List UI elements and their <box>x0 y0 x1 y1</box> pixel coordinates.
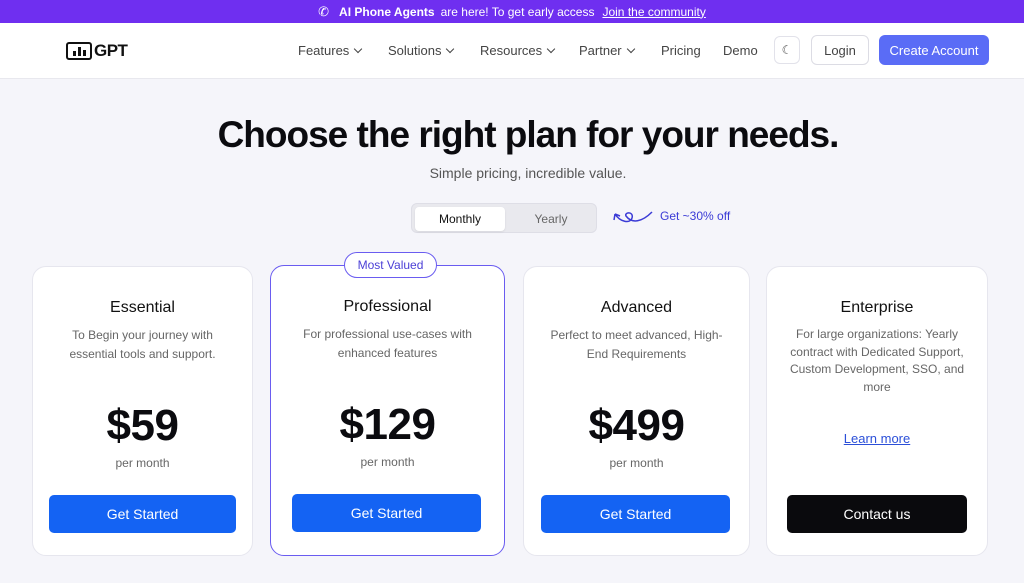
nav-item-features[interactable]: Features <box>298 43 363 58</box>
plan-description: Perfect to meet advanced, High-End Requi… <box>550 328 723 361</box>
plan-description: For professional use-cases with enhanced… <box>303 327 472 360</box>
nav-item-pricing[interactable]: Pricing <box>661 43 701 58</box>
plan-price: $499 <box>588 401 685 450</box>
plan-period: per month <box>115 456 170 470</box>
plan-card-enterprise: Enterprise For large organizations: Year… <box>766 266 988 556</box>
banner-text: are here! To get early access <box>440 4 595 19</box>
create-account-button[interactable]: Create Account <box>879 35 989 65</box>
plan-period: per month <box>360 455 415 469</box>
nav-item-partner[interactable]: Partner <box>579 43 635 58</box>
most-valued-badge: Most Valued <box>344 252 437 278</box>
toggle-yearly[interactable]: Yearly <box>506 207 596 231</box>
plan-name: Enterprise <box>840 299 914 316</box>
plan-card-professional: Professional For professional use-cases … <box>270 265 505 556</box>
page-title: Choose the right plan for your needs. <box>217 114 840 155</box>
announcement-banner: ✆ AI Phone Agents are here! To get early… <box>0 0 1024 23</box>
login-button[interactable]: Login <box>811 35 869 65</box>
discount-text: Get ~30% off <box>660 209 731 223</box>
plan-description: For large organizations: Yearly contract… <box>789 327 965 394</box>
logo-text: GPT <box>94 41 128 60</box>
get-started-button[interactable]: Get Started <box>49 495 236 533</box>
chevron-down-icon <box>446 44 455 53</box>
plan-card-essential: Essential To Begin your journey with ess… <box>32 266 253 556</box>
banner-highlight: AI Phone Agents <box>339 4 435 19</box>
chevron-down-icon <box>626 44 635 53</box>
contact-us-button[interactable]: Contact us <box>787 495 967 533</box>
nav-item-demo[interactable]: Demo <box>723 43 758 58</box>
billing-toggle: Monthly Yearly <box>411 203 597 233</box>
plan-period: per month <box>609 456 664 470</box>
get-started-button[interactable]: Get Started <box>292 494 481 532</box>
plan-price: $59 <box>106 401 179 450</box>
plan-name: Essential <box>110 299 175 316</box>
plan-description: To Begin your journey with essential too… <box>69 328 216 361</box>
discount-callout: Get ~30% off <box>612 206 730 226</box>
get-started-button[interactable]: Get Started <box>541 495 730 533</box>
top-navigation: GPT Features Solutions Resources Partner… <box>0 23 1024 79</box>
logo-icon <box>66 42 92 60</box>
toggle-monthly[interactable]: Monthly <box>415 207 505 231</box>
nav-item-label: Pricing <box>661 43 701 58</box>
nav-item-label: Solutions <box>388 43 442 58</box>
plan-card-advanced: Advanced Perfect to meet advanced, High-… <box>523 266 750 556</box>
nav-item-label: Features <box>298 43 350 58</box>
phone-sparkle-icon: ✆ <box>318 3 330 19</box>
moon-icon: ☾ <box>781 43 793 57</box>
curved-arrow-icon <box>613 211 653 223</box>
learn-more-link[interactable]: Learn more <box>767 431 987 446</box>
theme-toggle-button[interactable]: ☾ <box>774 36 800 64</box>
logo[interactable]: GPT <box>66 39 128 63</box>
nav-item-solutions[interactable]: Solutions <box>388 43 455 58</box>
nav-item-label: Partner <box>579 43 622 58</box>
plan-price: $129 <box>339 400 436 449</box>
chevron-down-icon <box>354 44 363 53</box>
nav-item-label: Demo <box>723 43 758 58</box>
plan-name: Professional <box>343 298 432 315</box>
nav-item-label: Resources <box>480 43 543 58</box>
join-community-link[interactable]: Join the community <box>602 5 705 19</box>
nav-item-resources[interactable]: Resources <box>480 43 556 58</box>
page-subtitle: Simple pricing, incredible value. <box>429 165 627 181</box>
plan-name: Advanced <box>600 299 673 316</box>
chevron-down-icon <box>546 44 556 53</box>
